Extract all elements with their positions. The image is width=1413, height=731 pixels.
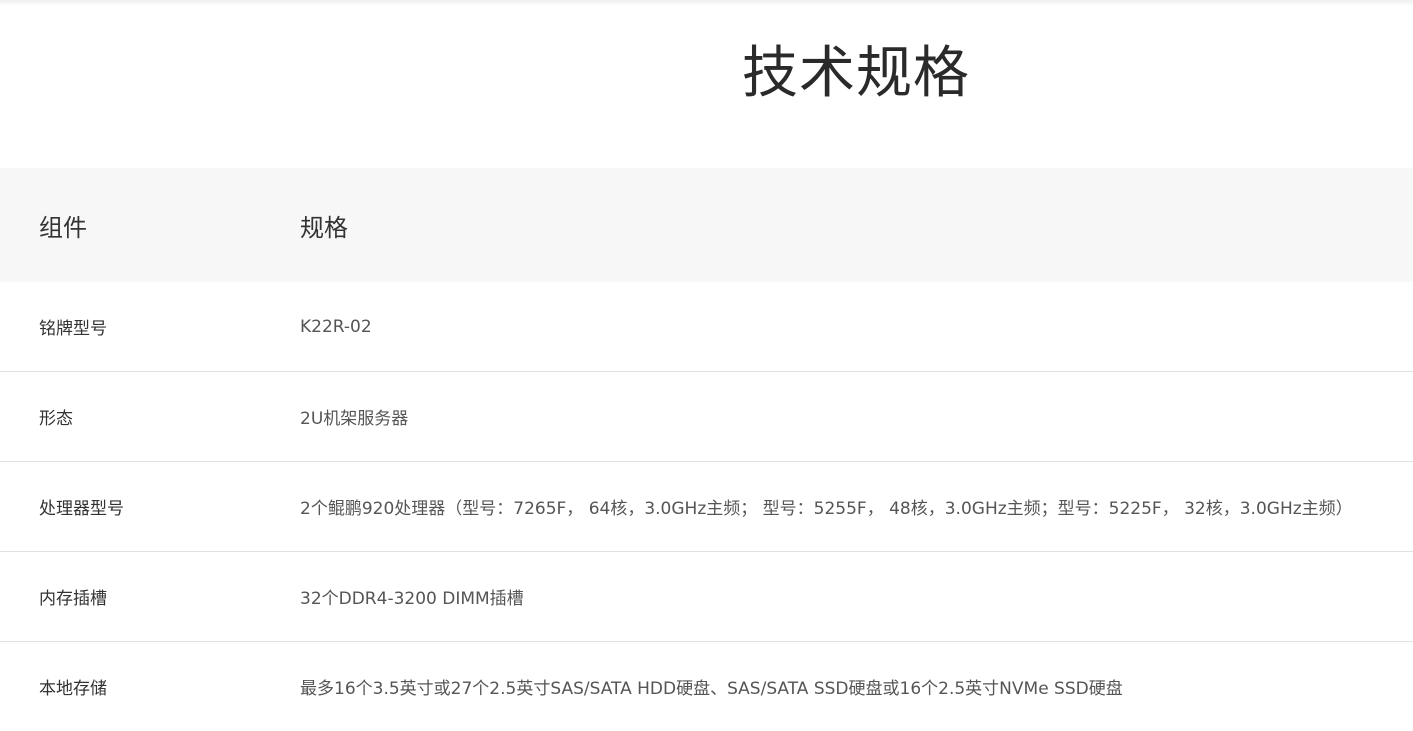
row-component: 本地存储	[39, 679, 107, 699]
row-component: 形态	[39, 409, 73, 429]
table-header: 组件 规格	[0, 168, 1413, 282]
table-row: 本地存储 最多16个3.5英寸或27个2.5英寸SAS/SATA HDD硬盘、S…	[0, 642, 1413, 731]
row-component: 处理器型号	[39, 499, 124, 519]
row-spec: 2个鲲鹏920处理器（型号：7265F， 64核，3.0GHz主频； 型号：52…	[300, 499, 1353, 519]
spec-table: 组件 规格 铭牌型号 K22R-02 形态 2U机架服务器 处理器型号 2个鲲鹏…	[0, 168, 1413, 731]
header-spec: 规格	[300, 213, 348, 242]
row-spec: K22R-02	[300, 316, 372, 337]
row-spec: 最多16个3.5英寸或27个2.5英寸SAS/SATA HDD硬盘、SAS/SA…	[300, 679, 1123, 699]
page-title: 技术规格	[742, 41, 970, 106]
header-component: 组件	[39, 213, 87, 242]
row-component: 铭牌型号	[39, 319, 107, 339]
table-row: 形态 2U机架服务器	[0, 372, 1413, 462]
table-row: 内存插槽 32个DDR4-3200 DIMM插槽	[0, 552, 1413, 642]
spec-page: 技术规格 组件 规格 铭牌型号 K22R-02 形态 2U机架服务器 处理器型号…	[0, 0, 1413, 731]
table-row: 铭牌型号 K22R-02	[0, 282, 1413, 372]
row-component: 内存插槽	[39, 589, 107, 609]
top-divider	[0, 0, 1413, 6]
table-row: 处理器型号 2个鲲鹏920处理器（型号：7265F， 64核，3.0GHz主频；…	[0, 462, 1413, 552]
row-spec: 32个DDR4-3200 DIMM插槽	[300, 589, 524, 609]
row-spec: 2U机架服务器	[300, 409, 409, 429]
